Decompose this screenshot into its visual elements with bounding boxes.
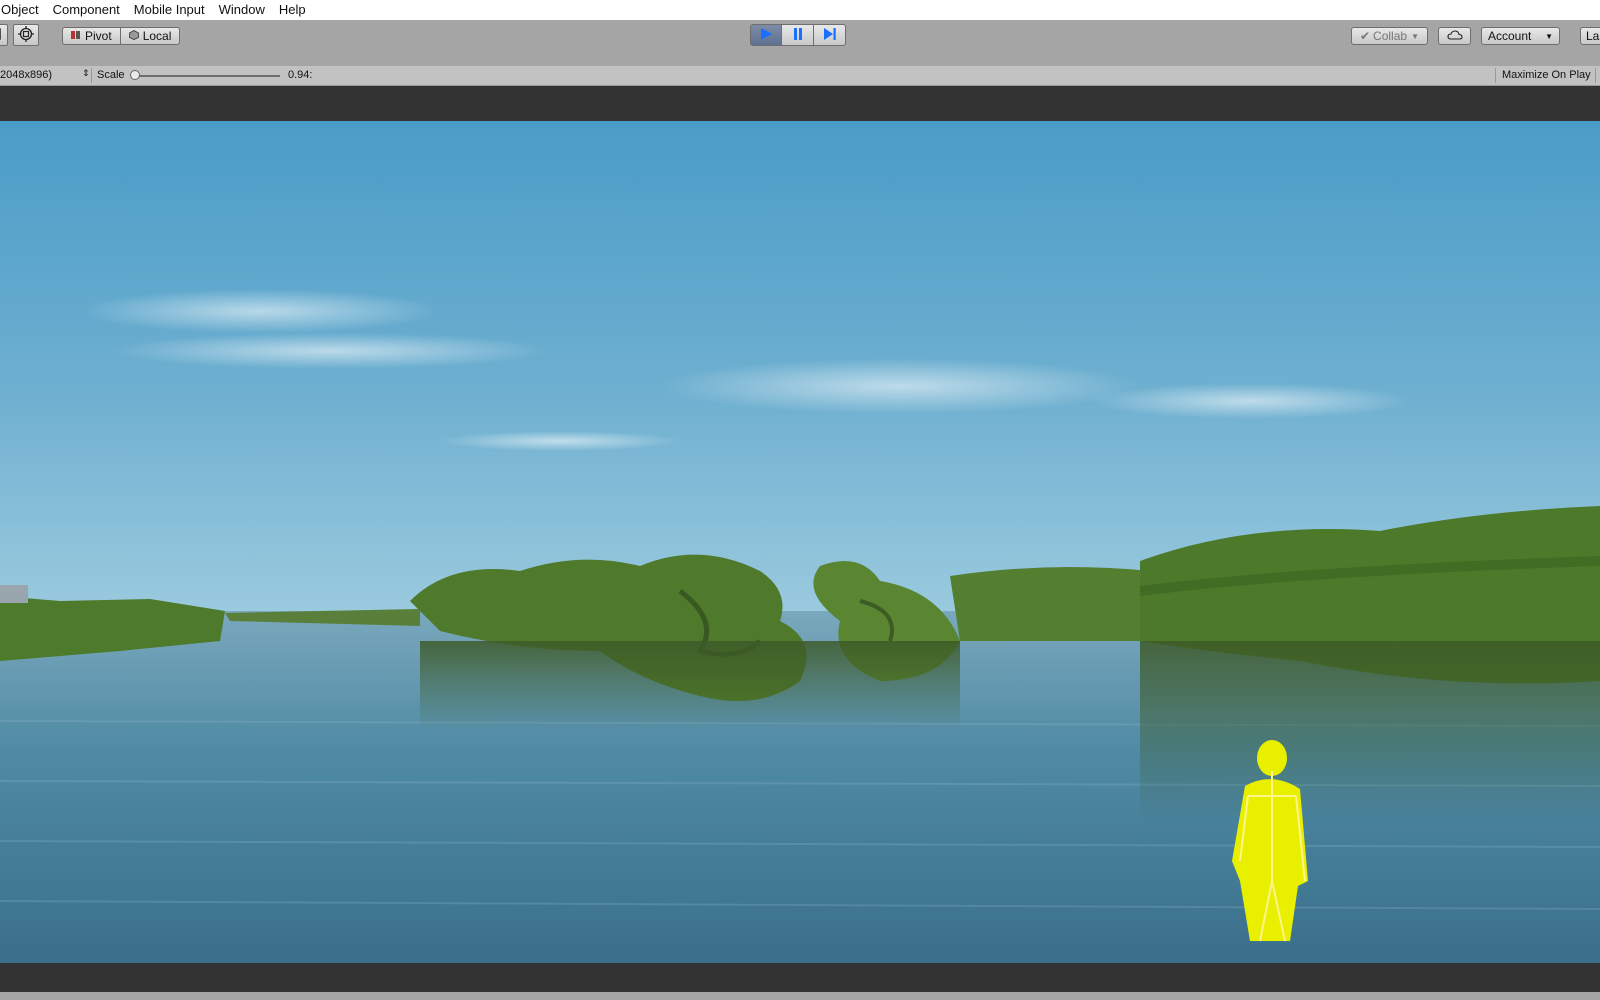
pause-icon (792, 27, 804, 44)
menu-bar: Object Component Mobile Input Window Hel… (0, 0, 1600, 21)
game-view-toolbar: 2048x896) ⇕ Scale 0.94: Maximize On Play (0, 52, 1600, 86)
pivot-label: Pivot (85, 29, 112, 43)
scene-illustration (0, 121, 1600, 963)
play-button[interactable] (750, 24, 782, 46)
step-icon (823, 27, 837, 44)
local-label: Local (142, 29, 172, 43)
chevron-down-icon: ▼ (1545, 31, 1553, 41)
transform-tool-button[interactable] (13, 24, 39, 46)
rect-tool-icon (0, 27, 2, 44)
layers-dropdown[interactable]: La (1580, 27, 1600, 45)
game-view-render[interactable] (0, 121, 1600, 963)
cloud-icon (1446, 29, 1463, 43)
divider (91, 68, 92, 83)
rect-tool-button[interactable] (0, 24, 8, 46)
scale-label: Scale (97, 69, 125, 81)
pause-button[interactable] (782, 24, 814, 46)
tab-strip (0, 52, 1600, 66)
step-button[interactable] (814, 24, 846, 46)
resolution-dropdown[interactable]: 2048x896) (0, 69, 88, 81)
menu-component[interactable]: Component (46, 0, 127, 20)
menu-object[interactable]: Object (0, 0, 46, 20)
collab-label: Collab (1373, 29, 1408, 43)
divider (1595, 68, 1596, 83)
menu-help[interactable]: Help (272, 0, 313, 20)
check-icon: ✔ (1359, 29, 1371, 43)
chevron-down-icon: ▼ (1411, 31, 1419, 41)
pivot-local-toggle: Pivot Local (62, 27, 181, 45)
transform-tool-icon (17, 25, 35, 46)
collab-button[interactable]: ✔ Collab ▼ (1351, 27, 1428, 45)
pivot-icon (71, 29, 81, 43)
cloud-button[interactable] (1438, 27, 1471, 45)
layers-label: La (1586, 29, 1600, 43)
bottom-status-strip (0, 992, 1600, 1000)
scale-value: 0.94: (288, 69, 313, 81)
main-toolbar: Pivot Local ✔ Collab ▼ Account ▼ La (0, 20, 1600, 53)
local-button[interactable]: Local (120, 27, 181, 45)
menu-window[interactable]: Window (212, 0, 272, 20)
scale-slider-track[interactable] (134, 75, 280, 77)
maximize-on-play-toggle[interactable]: Maximize On Play (1495, 68, 1597, 83)
account-dropdown[interactable]: Account ▼ (1481, 27, 1560, 45)
menu-mobile-input[interactable]: Mobile Input (127, 0, 212, 20)
pivot-button[interactable]: Pivot (62, 27, 121, 45)
account-label: Account (1488, 29, 1532, 43)
local-icon (128, 29, 139, 43)
up-down-arrows-icon: ⇕ (82, 68, 90, 78)
scale-slider-thumb[interactable] (130, 70, 140, 80)
playback-controls (750, 24, 846, 46)
play-icon (759, 27, 773, 44)
